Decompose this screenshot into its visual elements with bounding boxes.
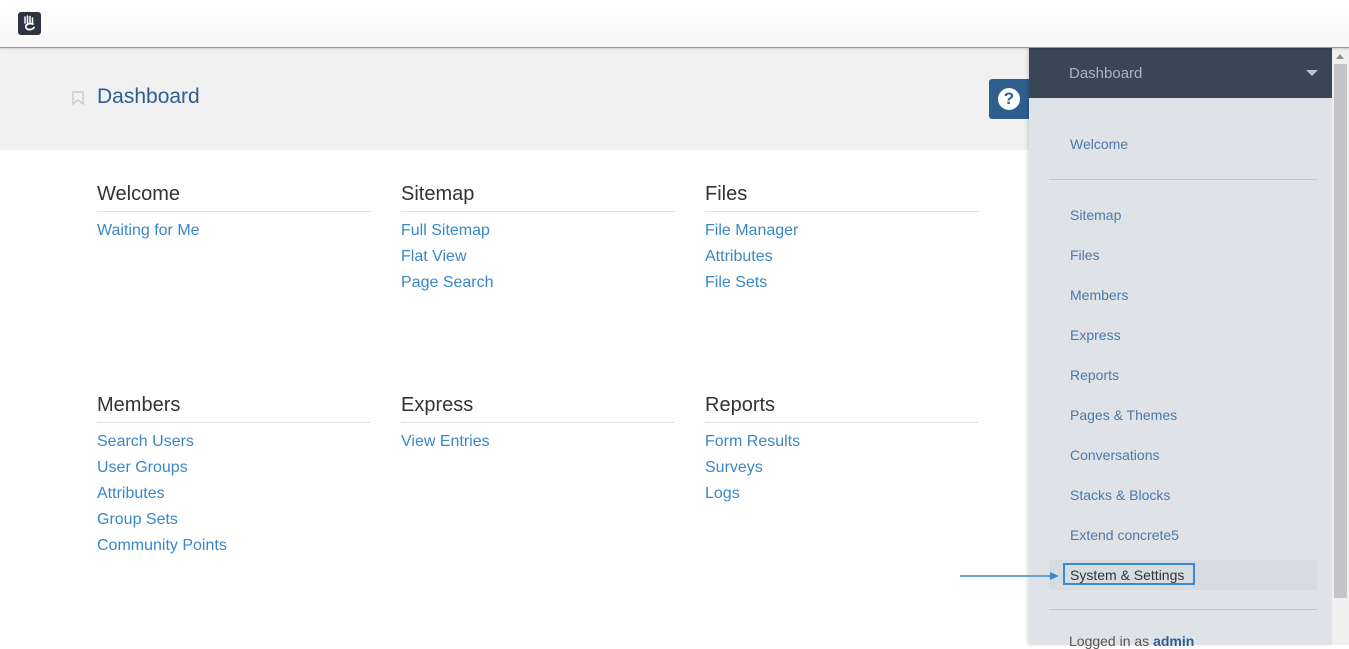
panel-item-express[interactable]: Express xyxy=(1070,327,1121,343)
link-member-attributes[interactable]: Attributes xyxy=(97,481,371,507)
link-flat-view[interactable]: Flat View xyxy=(401,244,675,270)
link-logs[interactable]: Logs xyxy=(705,481,979,507)
panel-item-conversations[interactable]: Conversations xyxy=(1070,447,1160,463)
logged-in-user[interactable]: admin xyxy=(1153,633,1194,649)
link-search-users[interactable]: Search Users xyxy=(97,429,371,455)
section-title: Welcome xyxy=(97,183,371,212)
help-button[interactable]: ? xyxy=(989,79,1031,119)
scroll-thumb[interactable] xyxy=(1334,64,1347,598)
link-community-points[interactable]: Community Points xyxy=(97,533,371,559)
panel-item-stacks-blocks[interactable]: Stacks & Blocks xyxy=(1070,487,1170,503)
link-full-sitemap[interactable]: Full Sitemap xyxy=(401,218,675,244)
link-view-entries[interactable]: View Entries xyxy=(401,429,675,455)
section-title: Members xyxy=(97,394,371,423)
section-members: Members Search Users User Groups Attribu… xyxy=(97,394,371,559)
link-file-attributes[interactable]: Attributes xyxy=(705,244,979,270)
dashboard-panel: Dashboard Welcome Sitemap Files Members … xyxy=(1029,48,1332,645)
panel-title: Dashboard xyxy=(1069,65,1142,82)
link-form-results[interactable]: Form Results xyxy=(705,429,979,455)
panel-item-system-settings[interactable]: System & Settings xyxy=(1070,567,1184,583)
panel-item-pages-themes[interactable]: Pages & Themes xyxy=(1070,407,1177,423)
link-page-search[interactable]: Page Search xyxy=(401,270,675,296)
section-welcome: Welcome Waiting for Me xyxy=(97,183,371,244)
help-icon: ? xyxy=(998,88,1020,110)
section-files: Files File Manager Attributes File Sets xyxy=(705,183,979,296)
link-file-manager[interactable]: File Manager xyxy=(705,218,979,244)
link-file-sets[interactable]: File Sets xyxy=(705,270,979,296)
panel-item-reports[interactable]: Reports xyxy=(1070,367,1119,383)
panel-header[interactable]: Dashboard xyxy=(1029,48,1332,98)
logged-in-prefix: Logged in as xyxy=(1069,633,1153,649)
panel-item-files[interactable]: Files xyxy=(1070,247,1100,263)
divider xyxy=(1049,609,1317,610)
panel-item-sitemap[interactable]: Sitemap xyxy=(1070,207,1121,223)
concrete5-logo-icon[interactable] xyxy=(18,12,41,35)
section-reports: Reports Form Results Surveys Logs xyxy=(705,394,979,507)
section-title: Files xyxy=(705,183,979,212)
panel-item-extend-concrete5[interactable]: Extend concrete5 xyxy=(1070,527,1179,543)
page-title: Dashboard xyxy=(97,85,200,109)
section-title: Reports xyxy=(705,394,979,423)
link-waiting-for-me[interactable]: Waiting for Me xyxy=(97,218,371,244)
bookmark-icon[interactable] xyxy=(72,91,84,105)
divider xyxy=(1049,179,1317,180)
panel-item-members[interactable]: Members xyxy=(1070,287,1128,303)
section-sitemap: Sitemap Full Sitemap Flat View Page Sear… xyxy=(401,183,675,296)
logged-in-text: Logged in as admin xyxy=(1069,633,1194,649)
section-express: Express View Entries xyxy=(401,394,675,455)
link-user-groups[interactable]: User Groups xyxy=(97,455,371,481)
annotation-arrow-icon xyxy=(960,571,1060,581)
top-toolbar xyxy=(0,0,1349,48)
panel-scrollbar[interactable] xyxy=(1332,48,1349,645)
scroll-up-arrow-icon[interactable] xyxy=(1336,54,1344,59)
caret-down-icon[interactable] xyxy=(1306,70,1318,76)
panel-item-welcome[interactable]: Welcome xyxy=(1070,136,1128,152)
link-group-sets[interactable]: Group Sets xyxy=(97,507,371,533)
link-surveys[interactable]: Surveys xyxy=(705,455,979,481)
section-title: Sitemap xyxy=(401,183,675,212)
section-title: Express xyxy=(401,394,675,423)
